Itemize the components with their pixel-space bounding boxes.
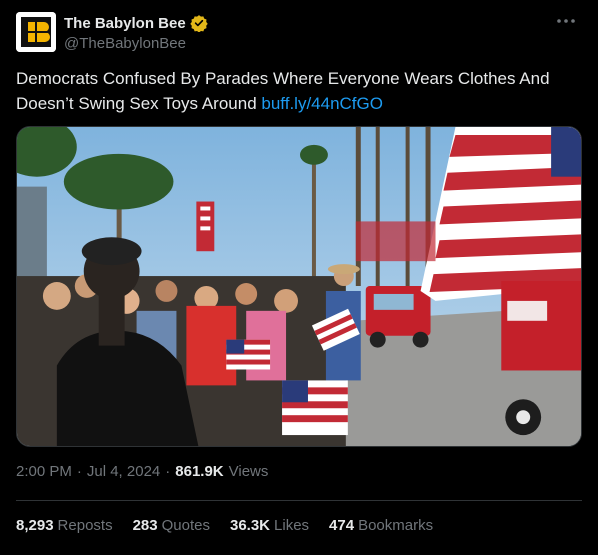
quotes-label: Quotes bbox=[161, 517, 210, 534]
bookmarks-count: 474 bbox=[329, 517, 355, 534]
views-count: 861.9K bbox=[175, 463, 224, 480]
bookmarks-stat[interactable]: 474 Bookmarks bbox=[329, 517, 433, 534]
more-options-icon[interactable] bbox=[554, 15, 578, 31]
avatar[interactable] bbox=[16, 12, 56, 52]
tweet-header: The Babylon Bee @TheBabylonBee bbox=[16, 11, 582, 53]
parade-photo-icon bbox=[17, 127, 581, 446]
display-name[interactable]: The Babylon Bee bbox=[64, 15, 186, 32]
reposts-stat[interactable]: 8,293 Reposts bbox=[16, 517, 113, 534]
meta-separator: · bbox=[76, 463, 82, 480]
likes-label: Likes bbox=[274, 517, 310, 534]
quotes-count: 283 bbox=[132, 517, 158, 534]
quotes-stat[interactable]: 283 Quotes bbox=[133, 517, 210, 534]
tweet-stats: 8,293 Reposts 283 Quotes 36.3K Likes 474… bbox=[16, 517, 433, 534]
views-label: Views bbox=[228, 463, 269, 480]
tweet-media-photo[interactable] bbox=[16, 126, 582, 447]
tweet-date[interactable]: Jul 4, 2024 bbox=[87, 463, 160, 480]
tweet-time[interactable]: 2:00 PM bbox=[16, 463, 72, 480]
tweet-link[interactable]: buff.ly/44nCfGO bbox=[261, 94, 383, 113]
likes-count: 36.3K bbox=[229, 517, 271, 534]
divider bbox=[16, 500, 582, 501]
bookmarks-label: Bookmarks bbox=[358, 517, 434, 534]
tweet-meta: 2:00 PM · Jul 4, 2024 · 861.9K Views bbox=[16, 463, 268, 480]
likes-stat[interactable]: 36.3K Likes bbox=[230, 517, 309, 534]
reposts-label: Reposts bbox=[57, 517, 113, 534]
verified-badge-icon[interactable] bbox=[190, 14, 208, 33]
meta-separator: · bbox=[165, 463, 171, 480]
babylon-bee-logo-icon bbox=[16, 12, 56, 52]
tweet-text: Democrats Confused By Parades Where Ever… bbox=[16, 66, 576, 116]
handle[interactable]: @TheBabylonBee bbox=[64, 35, 208, 52]
reposts-count: 8,293 bbox=[16, 517, 54, 534]
